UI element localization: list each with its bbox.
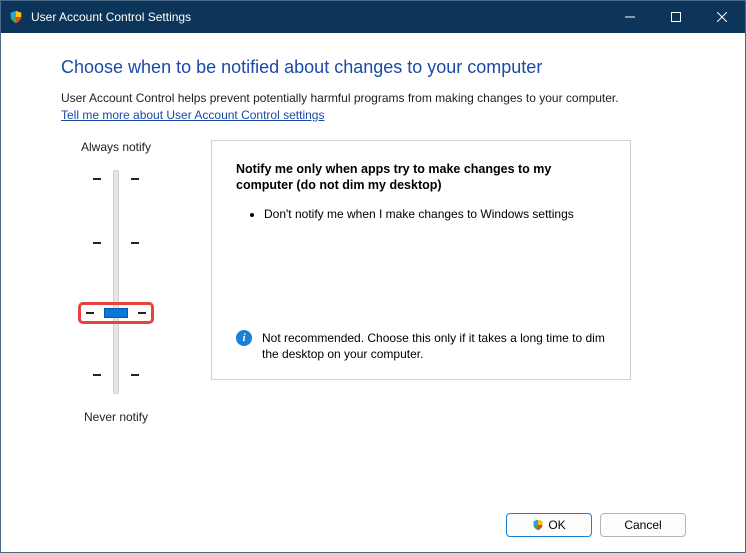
slider-tick [93, 374, 101, 376]
recommendation-text: Not recommended. Choose this only if it … [262, 330, 606, 362]
cancel-button[interactable]: Cancel [600, 513, 686, 537]
description-panel: Notify me only when apps try to make cha… [211, 140, 631, 380]
notification-slider[interactable] [61, 162, 171, 402]
intro-description: User Account Control helps prevent poten… [61, 91, 619, 105]
slider-track [113, 170, 119, 394]
ok-button[interactable]: OK [506, 513, 592, 537]
close-icon [717, 12, 727, 22]
ok-button-label: OK [548, 518, 565, 532]
slider-top-label: Always notify [61, 140, 171, 154]
info-icon: i [236, 330, 252, 346]
window-title: User Account Control Settings [31, 10, 607, 24]
slider-tick [131, 374, 139, 376]
maximize-icon [671, 12, 681, 22]
maximize-button[interactable] [653, 1, 699, 33]
close-button[interactable] [699, 1, 745, 33]
intro-text: User Account Control helps prevent poten… [61, 90, 685, 124]
slider-tick [131, 242, 139, 244]
page-heading: Choose when to be notified about changes… [61, 57, 685, 78]
learn-more-link[interactable]: Tell me more about User Account Control … [61, 108, 324, 122]
slider-tick [131, 178, 139, 180]
panel-bullet: Don't notify me when I make changes to W… [264, 206, 606, 223]
minimize-icon [625, 12, 635, 22]
slider-thumb[interactable] [104, 308, 128, 318]
slider-bottom-label: Never notify [61, 410, 171, 424]
minimize-button[interactable] [607, 1, 653, 33]
slider-tick [93, 242, 101, 244]
title-bar: User Account Control Settings [1, 1, 745, 33]
panel-bullet-list: Don't notify me when I make changes to W… [236, 206, 606, 223]
slider-tick [93, 178, 101, 180]
cancel-button-label: Cancel [624, 518, 661, 532]
panel-title: Notify me only when apps try to make cha… [236, 161, 606, 195]
slider-thumb-highlight [78, 302, 154, 324]
shield-icon [532, 519, 544, 531]
shield-icon [9, 10, 23, 24]
